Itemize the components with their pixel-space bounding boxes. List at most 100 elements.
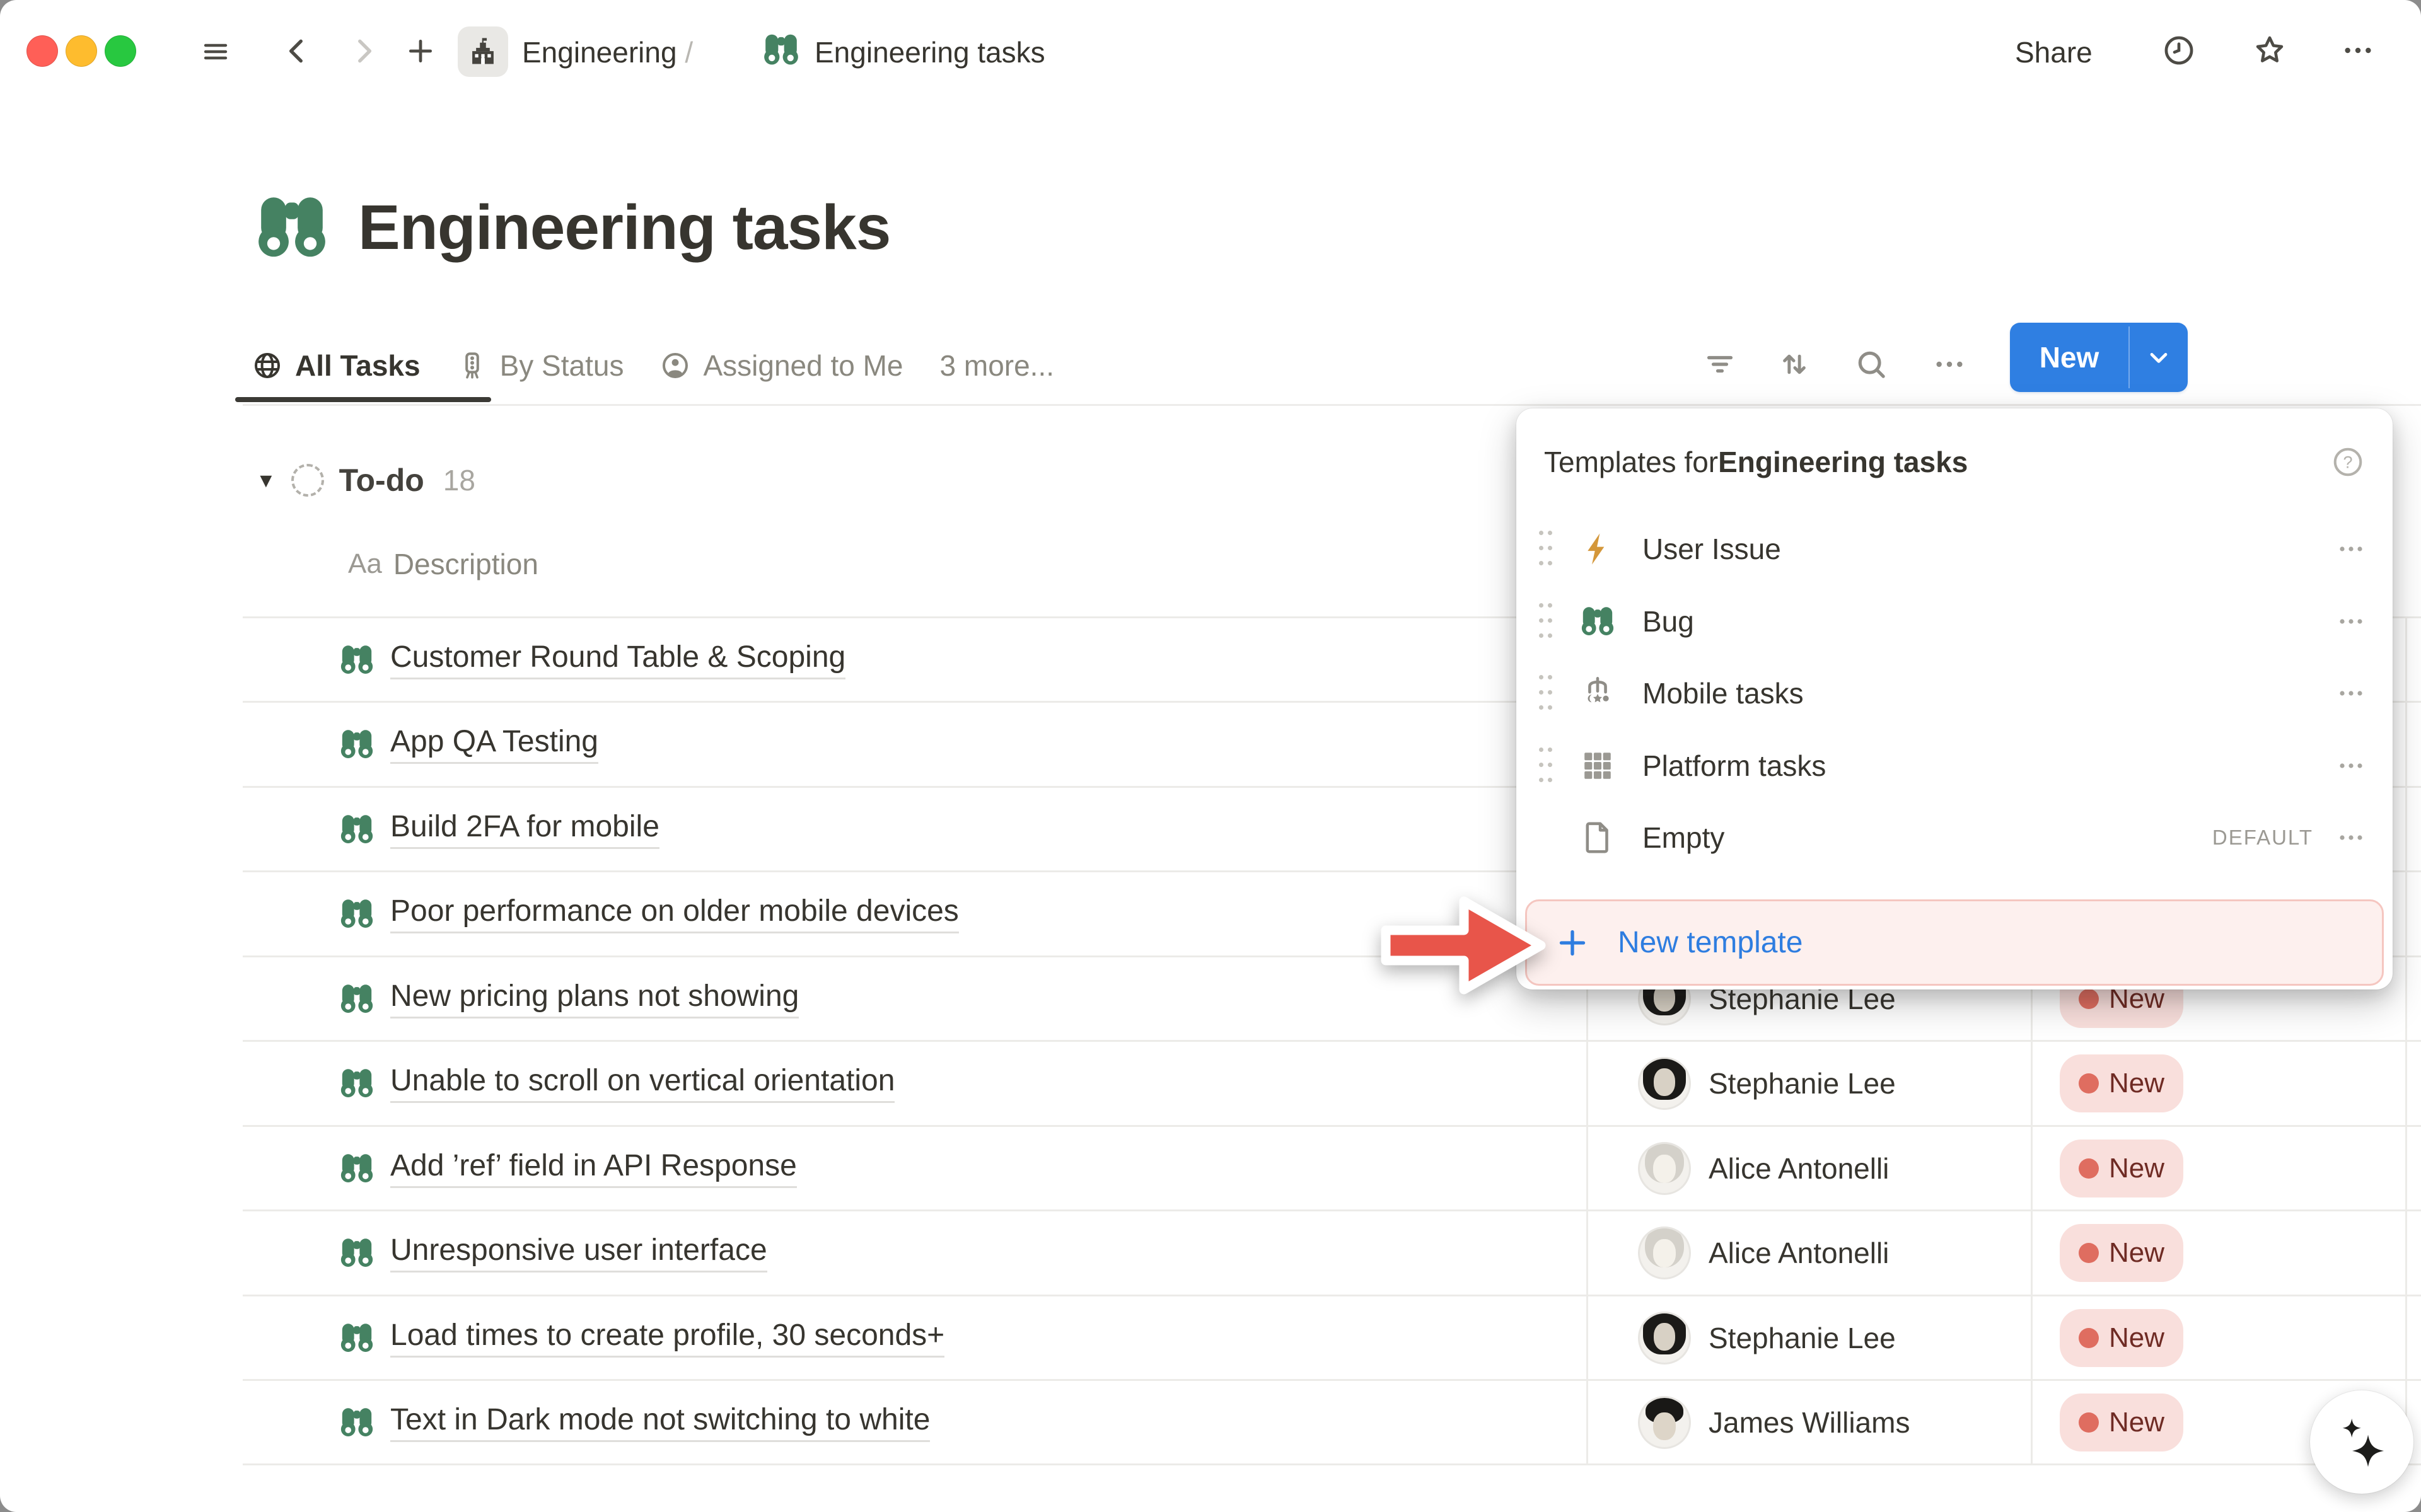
traffic-light-icon bbox=[457, 350, 487, 381]
ellipsis-icon[interactable] bbox=[2336, 534, 2366, 564]
active-tab-underline bbox=[235, 397, 491, 402]
task-title-cell[interactable]: Customer Round Table & Scoping bbox=[243, 618, 1586, 701]
status-cell[interactable]: New bbox=[2031, 1296, 2421, 1379]
dashed-circle-icon bbox=[291, 464, 324, 497]
status-badge: New bbox=[2060, 1394, 2183, 1451]
window-close-button[interactable] bbox=[26, 35, 58, 67]
binoculars-icon bbox=[339, 642, 375, 678]
column-header-description[interactable]: Aa Description bbox=[348, 547, 538, 581]
avatar bbox=[1638, 1396, 1691, 1449]
binoculars-icon bbox=[1579, 603, 1616, 640]
table-row: Text in Dark mode not switching to white… bbox=[243, 1379, 2421, 1463]
status-cell[interactable]: New bbox=[2031, 1042, 2421, 1124]
binoculars-icon bbox=[339, 1404, 375, 1441]
star-icon[interactable] bbox=[2252, 33, 2287, 68]
window-zoom-button[interactable] bbox=[105, 35, 136, 67]
task-title-cell[interactable]: Unable to scroll on vertical orientation bbox=[243, 1042, 1586, 1124]
task-title-cell[interactable]: Unresponsive user interface bbox=[243, 1211, 1586, 1294]
drag-handle-icon[interactable] bbox=[1539, 672, 1549, 714]
workspace-breadcrumb-item[interactable] bbox=[458, 26, 508, 77]
page-icon bbox=[1579, 819, 1616, 856]
drag-handle-icon[interactable] bbox=[1539, 745, 1549, 787]
sort-icon[interactable] bbox=[1777, 347, 1812, 382]
page-header: Engineering tasks bbox=[253, 189, 890, 266]
person-cell[interactable]: Alice Antonelli bbox=[1586, 1127, 2031, 1209]
binoculars-icon bbox=[339, 1065, 375, 1102]
building-icon bbox=[467, 35, 499, 68]
new-template-button[interactable]: New template bbox=[1525, 899, 2384, 986]
ellipsis-icon[interactable] bbox=[2336, 678, 2366, 708]
view-tabs: All Tasks By Status Assigned to Me 3 mor… bbox=[252, 339, 1054, 392]
new-button[interactable]: New bbox=[2010, 323, 2128, 392]
binoculars-icon bbox=[762, 30, 801, 69]
task-title-cell[interactable]: Text in Dark mode not switching to white bbox=[243, 1381, 1586, 1463]
text-type-icon: Aa bbox=[348, 548, 382, 580]
clock-icon[interactable] bbox=[2161, 33, 2197, 68]
template-item-empty[interactable]: Empty DEFAULT bbox=[1529, 801, 2380, 874]
ellipsis-icon[interactable] bbox=[2336, 822, 2366, 853]
task-title-cell[interactable]: Add ’ref’ field in API Response bbox=[243, 1127, 1586, 1209]
new-button-group: New bbox=[2010, 323, 2188, 392]
avatar bbox=[1638, 1226, 1691, 1279]
status-cell[interactable]: New bbox=[2031, 1127, 2421, 1209]
person-cell[interactable]: James Williams bbox=[1586, 1381, 2031, 1463]
tab-all-tasks[interactable]: All Tasks bbox=[252, 349, 421, 383]
screenshot-root: Engineering / Engineering tasks Share En… bbox=[0, 0, 2421, 1512]
template-item-platform-tasks[interactable]: Platform tasks bbox=[1529, 729, 2380, 802]
crib-mobile-icon bbox=[1579, 675, 1616, 712]
person-cell[interactable]: Alice Antonelli bbox=[1586, 1211, 2031, 1294]
ellipsis-icon[interactable] bbox=[1932, 347, 1967, 382]
breadcrumb-workspace[interactable]: Engineering bbox=[522, 36, 677, 69]
group-name[interactable]: To-do bbox=[339, 462, 424, 499]
ellipsis-icon[interactable] bbox=[2340, 33, 2376, 68]
drag-handle-icon[interactable] bbox=[1539, 601, 1549, 642]
globe-icon bbox=[252, 350, 282, 381]
table-row: Add ’ref’ field in API Response Alice An… bbox=[243, 1125, 2421, 1209]
person-cell[interactable]: Stephanie Lee bbox=[1586, 1296, 2031, 1379]
tab-by-status[interactable]: By Status bbox=[457, 349, 624, 383]
ellipsis-icon[interactable] bbox=[2336, 751, 2366, 781]
table-row: Unresponsive user interface Alice Antone… bbox=[243, 1209, 2421, 1294]
status-badge: New bbox=[2060, 1054, 2183, 1112]
template-item-bug[interactable]: Bug bbox=[1529, 585, 2380, 657]
status-badge: New bbox=[2060, 1309, 2183, 1367]
breadcrumb: Engineering / bbox=[522, 35, 693, 69]
task-title-cell[interactable]: Build 2FA for mobile bbox=[243, 788, 1586, 870]
ai-assistant-button[interactable] bbox=[2310, 1390, 2413, 1494]
lightning-icon bbox=[1579, 531, 1616, 567]
binoculars-icon[interactable] bbox=[253, 189, 330, 266]
table-row: Load times to create profile, 30 seconds… bbox=[243, 1295, 2421, 1379]
tab-assigned-to-me[interactable]: Assigned to Me bbox=[660, 349, 903, 383]
group-count: 18 bbox=[443, 463, 475, 497]
window-minimize-button[interactable] bbox=[66, 35, 97, 67]
new-dropdown-button[interactable] bbox=[2130, 323, 2188, 392]
template-item-user-issue[interactable]: User Issue bbox=[1529, 512, 2380, 585]
templates-popover: Templates for Engineering tasks User Iss… bbox=[1516, 408, 2393, 990]
binoculars-icon bbox=[339, 1320, 375, 1356]
person-cell[interactable]: Stephanie Lee bbox=[1586, 1042, 2031, 1124]
help-icon[interactable] bbox=[2331, 445, 2365, 479]
forward-button[interactable] bbox=[348, 35, 380, 67]
avatar bbox=[1638, 1057, 1691, 1110]
default-tag: DEFAULT bbox=[2212, 826, 2313, 850]
template-item-mobile-tasks[interactable]: Mobile tasks bbox=[1529, 657, 2380, 729]
hamburger-icon[interactable] bbox=[199, 37, 232, 67]
group-header-todo: ▼ To-do 18 bbox=[256, 460, 475, 500]
tab-more-views[interactable]: 3 more... bbox=[940, 349, 1055, 383]
back-button[interactable] bbox=[281, 35, 313, 67]
task-title-cell[interactable]: App QA Testing bbox=[243, 703, 1586, 785]
status-cell[interactable]: New bbox=[2031, 1211, 2421, 1294]
filter-icon[interactable] bbox=[1702, 347, 1738, 382]
task-title-cell[interactable]: Load times to create profile, 30 seconds… bbox=[243, 1296, 1586, 1379]
ellipsis-icon[interactable] bbox=[2336, 606, 2366, 637]
drag-handle-icon[interactable] bbox=[1539, 528, 1549, 570]
search-icon[interactable] bbox=[1854, 347, 1889, 382]
new-page-button[interactable] bbox=[405, 35, 436, 67]
triangle-down-icon[interactable]: ▼ bbox=[256, 470, 276, 490]
avatar bbox=[1638, 1312, 1691, 1365]
status-dot-icon bbox=[2079, 1243, 2099, 1263]
status-dot-icon bbox=[2079, 1328, 2099, 1348]
person-circle-icon bbox=[660, 350, 690, 381]
breadcrumb-page[interactable]: Engineering tasks bbox=[815, 35, 1045, 69]
share-button[interactable]: Share bbox=[2015, 35, 2093, 69]
